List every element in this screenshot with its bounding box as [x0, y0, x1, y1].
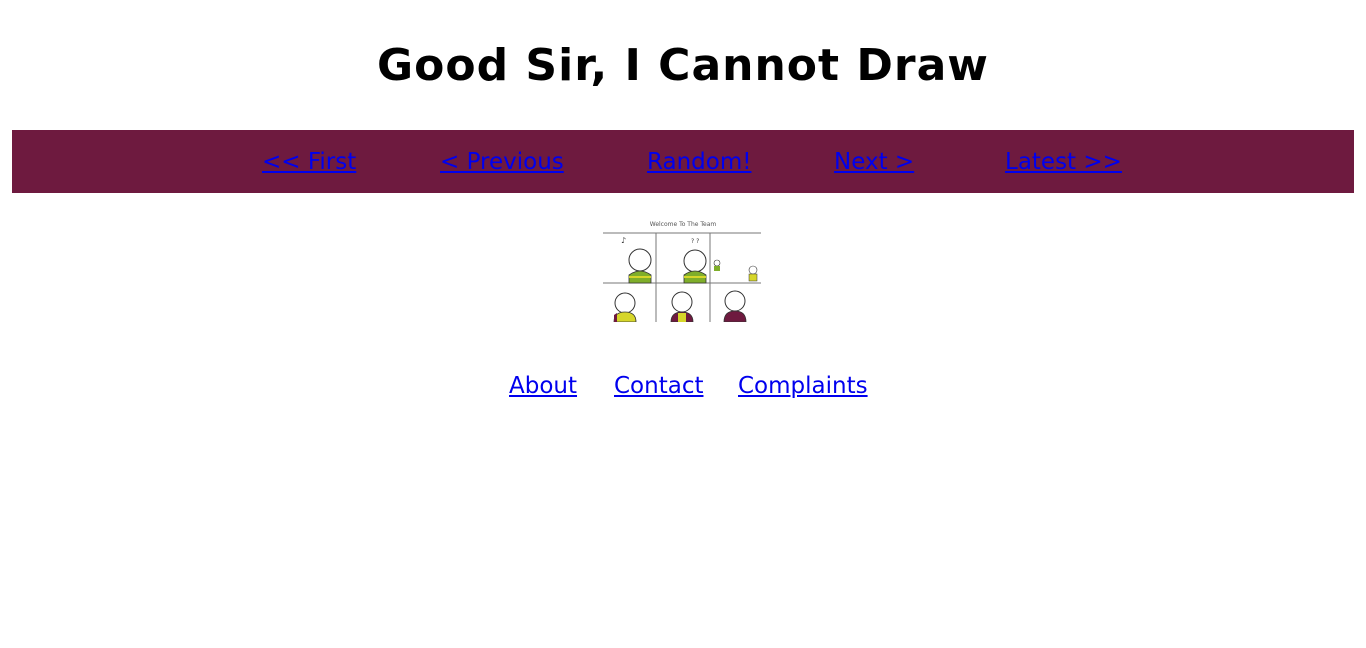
comic-thumbnail[interactable]: Welcome To The Team ♪ ? ?	[603, 217, 763, 323]
panel-2: ? ?	[683, 238, 707, 284]
svg-text:♪: ♪	[621, 236, 626, 245]
comic-strip-image: Welcome To The Team ♪ ? ?	[603, 221, 761, 323]
comic-caption: Welcome To The Team	[650, 221, 717, 228]
panel-4	[613, 292, 637, 323]
nav-latest-link[interactable]: Latest >>	[1005, 147, 1122, 177]
nav-next-link[interactable]: Next >	[834, 147, 914, 177]
site-title: Good Sir, I Cannot Draw	[377, 40, 989, 91]
comic-navigation-bar: << First < Previous Random! Next > Lates…	[12, 130, 1354, 193]
panel-1: ♪	[621, 236, 652, 284]
nav-random-link[interactable]: Random!	[647, 147, 751, 177]
footer-complaints-link[interactable]: Complaints	[738, 370, 868, 402]
panel-3	[713, 259, 758, 282]
nav-first-link[interactable]: << First	[262, 147, 356, 177]
panel-5	[670, 291, 694, 323]
footer-about-link[interactable]: About	[509, 370, 577, 402]
panel-6	[723, 290, 747, 323]
svg-text:? ?: ? ?	[691, 238, 699, 245]
footer-links: About Contact Complaints	[0, 370, 1366, 402]
footer-contact-link[interactable]: Contact	[614, 370, 703, 402]
nav-previous-link[interactable]: < Previous	[440, 147, 564, 177]
